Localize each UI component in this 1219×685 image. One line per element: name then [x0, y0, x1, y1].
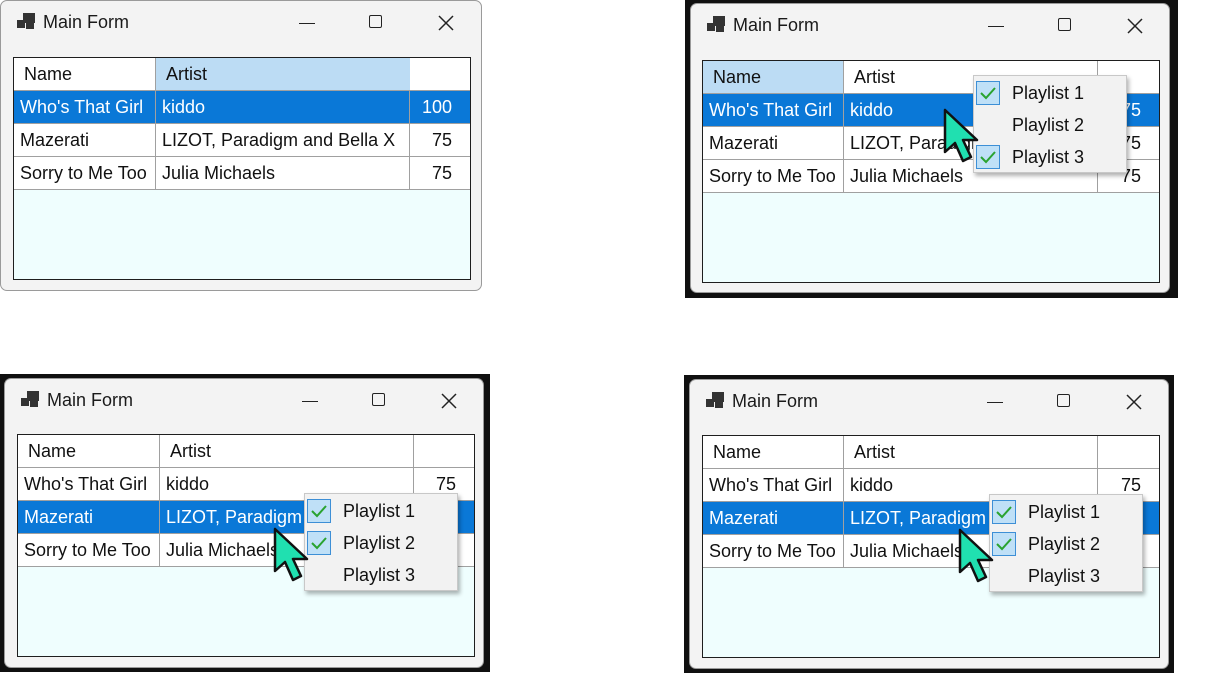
window-title: Main Form — [43, 12, 130, 32]
app-icon — [707, 16, 725, 33]
data-grid[interactable]: Name Artist Who's That Girl kiddo 100 Ma… — [13, 57, 471, 280]
minimize-icon[interactable] — [976, 10, 1016, 42]
close-icon[interactable] — [429, 385, 469, 417]
menu-item-playlist-2[interactable]: Playlist 2 — [305, 527, 457, 559]
checkmark-icon — [992, 500, 1016, 524]
cell-value[interactable]: 75 — [410, 157, 470, 189]
main-form-window: Main Form Name Artist Who's That Girl ki… — [4, 378, 484, 668]
header-artist[interactable]: Artist — [160, 435, 414, 467]
cell-name[interactable]: Sorry to Me Too — [18, 534, 160, 566]
minimize-icon[interactable] — [287, 7, 327, 39]
header-value[interactable] — [414, 435, 474, 467]
app-icon — [17, 13, 35, 30]
close-icon[interactable] — [1114, 386, 1154, 418]
cell-name[interactable]: Sorry to Me Too — [14, 157, 156, 189]
close-icon[interactable] — [426, 7, 466, 39]
minimize-icon[interactable] — [290, 385, 330, 417]
app-icon — [21, 391, 39, 408]
menu-item-playlist-3[interactable]: Playlist 3 — [990, 560, 1142, 592]
cell-name[interactable]: Mazerati — [703, 502, 844, 534]
app-icon — [706, 392, 724, 409]
menu-item-label: Playlist 2 — [1028, 534, 1101, 554]
title-bar[interactable]: Main Form — [5, 379, 483, 423]
window-title: Main Form — [47, 390, 134, 410]
header-name[interactable]: Name — [14, 58, 156, 90]
menu-item-label: Playlist 3 — [1028, 566, 1101, 586]
cell-value[interactable]: 75 — [410, 124, 470, 156]
grid-header-row: Name Artist — [18, 435, 474, 468]
checkmark-icon — [976, 81, 1000, 105]
header-artist[interactable]: Artist — [156, 58, 410, 90]
close-icon[interactable] — [1115, 10, 1155, 42]
mouse-cursor-icon — [273, 527, 309, 582]
cell-name[interactable]: Who's That Girl — [14, 91, 156, 123]
cell-name[interactable]: Mazerati — [18, 501, 160, 533]
menu-item-label: Playlist 1 — [1028, 502, 1101, 522]
header-value[interactable] — [1098, 436, 1159, 468]
menu-item-label: Playlist 3 — [343, 565, 416, 585]
cell-value[interactable]: 100 — [410, 91, 470, 123]
menu-item-label: Playlist 3 — [1012, 147, 1085, 167]
cell-name[interactable]: Sorry to Me Too — [703, 160, 844, 192]
menu-item-playlist-3[interactable]: Playlist 3 — [974, 141, 1126, 173]
cell-name[interactable]: Mazerati — [703, 127, 844, 159]
maximize-icon[interactable] — [359, 385, 399, 417]
checkmark-icon — [307, 499, 331, 523]
main-form-window: Main Form Name Artist Who's That Girl ki… — [690, 3, 1170, 293]
cell-name[interactable]: Sorry to Me Too — [703, 535, 844, 567]
menu-item-label: Playlist 2 — [343, 533, 416, 553]
title-bar[interactable]: Main Form — [690, 380, 1168, 424]
menu-item-label: Playlist 1 — [1012, 83, 1085, 103]
menu-item-playlist-2[interactable]: Playlist 2 — [990, 528, 1142, 560]
table-row[interactable]: Who's That Girl kiddo 100 — [14, 91, 470, 124]
menu-item-playlist-3[interactable]: Playlist 3 — [305, 559, 457, 591]
header-artist[interactable]: Artist — [844, 436, 1098, 468]
table-row[interactable]: Mazerati LIZOT, Paradigm and Bella X 75 — [14, 124, 470, 157]
header-name[interactable]: Name — [703, 436, 844, 468]
menu-item-playlist-1[interactable]: Playlist 1 — [305, 495, 457, 527]
maximize-icon[interactable] — [1045, 10, 1085, 42]
context-menu[interactable]: Playlist 1 Playlist 2 Playlist 3 — [973, 75, 1127, 173]
cell-name[interactable]: Who's That Girl — [18, 468, 160, 500]
context-menu[interactable]: Playlist 1 Playlist 2 Playlist 3 — [304, 493, 458, 591]
menu-item-playlist-2[interactable]: Playlist 2 — [974, 109, 1126, 141]
cell-artist[interactable]: kiddo — [156, 91, 410, 123]
menu-item-label: Playlist 1 — [343, 501, 416, 521]
window-title: Main Form — [732, 391, 819, 411]
cell-artist[interactable]: Julia Michaels — [156, 157, 410, 189]
menu-item-playlist-1[interactable]: Playlist 1 — [974, 77, 1126, 109]
mouse-cursor-icon — [958, 528, 994, 583]
context-menu[interactable]: Playlist 1 Playlist 2 Playlist 3 — [989, 494, 1143, 592]
mouse-cursor-icon — [943, 108, 979, 163]
main-form-window: Main Form Name Artist Who's That Girl ki… — [689, 379, 1169, 669]
grid-header-row: Name Artist — [703, 436, 1159, 469]
minimize-icon[interactable] — [975, 386, 1015, 418]
maximize-icon[interactable] — [1044, 386, 1084, 418]
menu-item-playlist-1[interactable]: Playlist 1 — [990, 496, 1142, 528]
menu-item-label: Playlist 2 — [1012, 115, 1085, 135]
maximize-icon[interactable] — [356, 7, 396, 39]
title-bar[interactable]: Main Form — [1, 1, 481, 45]
cell-artist[interactable]: LIZOT, Paradigm and Bella X — [156, 124, 410, 156]
header-name[interactable]: Name — [18, 435, 160, 467]
header-name[interactable]: Name — [703, 61, 844, 93]
table-row[interactable]: Sorry to Me Too Julia Michaels 75 — [14, 157, 470, 190]
cell-name[interactable]: Who's That Girl — [703, 94, 844, 126]
cell-name[interactable]: Who's That Girl — [703, 469, 844, 501]
cell-name[interactable]: Mazerati — [14, 124, 156, 156]
main-form-window: Main Form Name Artist Who's That Girl ki… — [0, 0, 482, 291]
header-value[interactable] — [410, 58, 470, 90]
grid-header-row: Name Artist — [14, 58, 470, 91]
title-bar[interactable]: Main Form — [691, 4, 1169, 48]
window-title: Main Form — [733, 15, 820, 35]
